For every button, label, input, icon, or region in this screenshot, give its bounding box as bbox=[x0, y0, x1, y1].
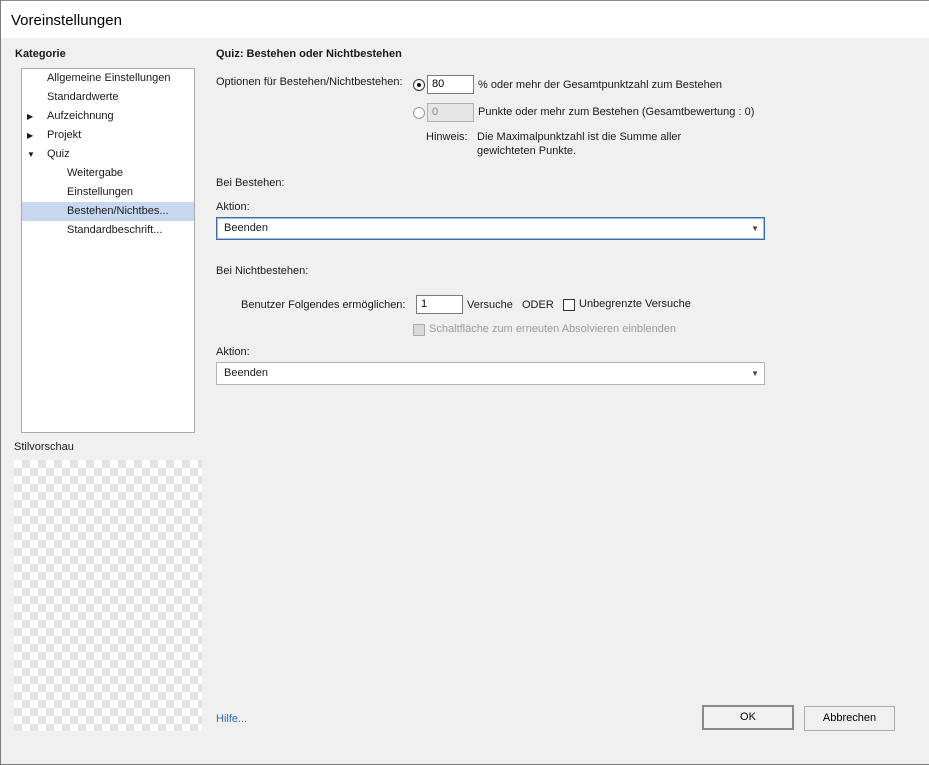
points-input[interactable]: 0 bbox=[427, 103, 474, 122]
ok-button[interactable]: OK bbox=[702, 705, 794, 730]
pass-action-value: Beenden bbox=[224, 222, 269, 234]
fail-action-value: Beenden bbox=[224, 367, 269, 379]
tree-item-quiz[interactable]: ▼ Quiz bbox=[22, 145, 194, 164]
chevron-down-icon: ▼ bbox=[751, 369, 759, 378]
fail-action-select[interactable]: Beenden ▼ bbox=[216, 362, 765, 385]
tree-item-defaults[interactable]: Standardwerte bbox=[22, 88, 194, 107]
unlimited-attempts-checkbox[interactable] bbox=[563, 299, 575, 311]
triangle-right-icon[interactable]: ▶ bbox=[27, 107, 33, 126]
triangle-down-icon[interactable]: ▼ bbox=[27, 145, 35, 164]
hint-text-line2: gewichteten Punkte. bbox=[477, 145, 577, 157]
cancel-button[interactable]: Abbrechen bbox=[804, 706, 895, 731]
style-preview-label: Stilvorschau bbox=[14, 441, 74, 453]
percent-input[interactable]: 80 bbox=[427, 75, 474, 94]
percent-radio[interactable] bbox=[413, 79, 425, 91]
tree-item-label: Weitergabe bbox=[67, 167, 124, 179]
unlimited-attempts-label: Unbegrenzte Versuche bbox=[579, 298, 691, 310]
fail-heading: Bei Nichtbestehen: bbox=[216, 265, 309, 277]
window-title: Voreinstellungen bbox=[11, 12, 122, 29]
tree-item-label: Quiz bbox=[47, 148, 70, 160]
retake-button-checkbox[interactable] bbox=[413, 324, 425, 336]
retake-button-label: Schaltfläche zum erneuten Absolvieren ei… bbox=[429, 323, 677, 335]
tree-item-publishing[interactable]: Weitergabe bbox=[22, 164, 194, 183]
pass-heading: Bei Bestehen: bbox=[216, 177, 285, 189]
tree-item-default-labels[interactable]: Standardbeschrift... bbox=[22, 221, 194, 240]
tree-item-label: Allgemeine Einstellungen bbox=[47, 72, 171, 84]
pass-action-select[interactable]: Beenden ▼ bbox=[216, 217, 765, 240]
attempts-label: Benutzer Folgendes ermöglichen: bbox=[241, 299, 406, 311]
tree-item-label: Bestehen/Nichtbes... bbox=[67, 205, 169, 217]
title-bar: Voreinstellungen bbox=[1, 0, 929, 38]
hint-text-line1: Die Maximalpunktzahl ist die Summe aller bbox=[477, 131, 682, 143]
hint-label: Hinweis: bbox=[426, 131, 468, 143]
category-tree[interactable]: Allgemeine Einstellungen Standardwerte ▶… bbox=[21, 68, 195, 433]
tree-item-label: Standardwerte bbox=[47, 91, 119, 103]
radio-selected-dot bbox=[417, 83, 421, 87]
chevron-down-icon: ▼ bbox=[751, 224, 759, 233]
preferences-dialog: Voreinstellungen Kategorie Allgemeine Ei… bbox=[0, 0, 929, 765]
points-radio[interactable] bbox=[413, 107, 425, 119]
section-title: Quiz: Bestehen oder Nichtbestehen bbox=[216, 48, 402, 60]
points-option-label: Punkte oder mehr zum Bestehen (Gesamtbew… bbox=[478, 106, 755, 118]
tree-item-pass-fail[interactable]: Bestehen/Nichtbes... bbox=[22, 202, 194, 221]
category-heading: Kategorie bbox=[15, 48, 66, 60]
tree-item-label: Einstellungen bbox=[67, 186, 134, 198]
fail-action-label: Aktion: bbox=[216, 346, 250, 358]
tree-item-label: Standardbeschrift... bbox=[67, 224, 163, 236]
or-label: ODER bbox=[522, 299, 554, 311]
tree-item-label: Projekt bbox=[47, 129, 82, 141]
triangle-right-icon[interactable]: ▶ bbox=[27, 126, 33, 145]
attempts-input[interactable]: 1 bbox=[416, 295, 463, 314]
tree-item-label: Aufzeichnung bbox=[47, 110, 114, 122]
pass-fail-options-label: Optionen für Bestehen/Nichtbestehen: bbox=[216, 76, 403, 88]
attempts-unit: Versuche bbox=[467, 299, 513, 311]
tree-item-general[interactable]: Allgemeine Einstellungen bbox=[22, 69, 194, 88]
tree-item-settings[interactable]: Einstellungen bbox=[22, 183, 194, 202]
tree-item-recording[interactable]: ▶ Aufzeichnung bbox=[22, 107, 194, 126]
pass-action-label: Aktion: bbox=[216, 201, 250, 213]
percent-option-label: % oder mehr der Gesamtpunktzahl zum Best… bbox=[478, 79, 722, 91]
style-preview-canvas bbox=[14, 460, 202, 731]
tree-item-project[interactable]: ▶ Projekt bbox=[22, 126, 194, 145]
help-link[interactable]: Hilfe... bbox=[216, 713, 247, 725]
